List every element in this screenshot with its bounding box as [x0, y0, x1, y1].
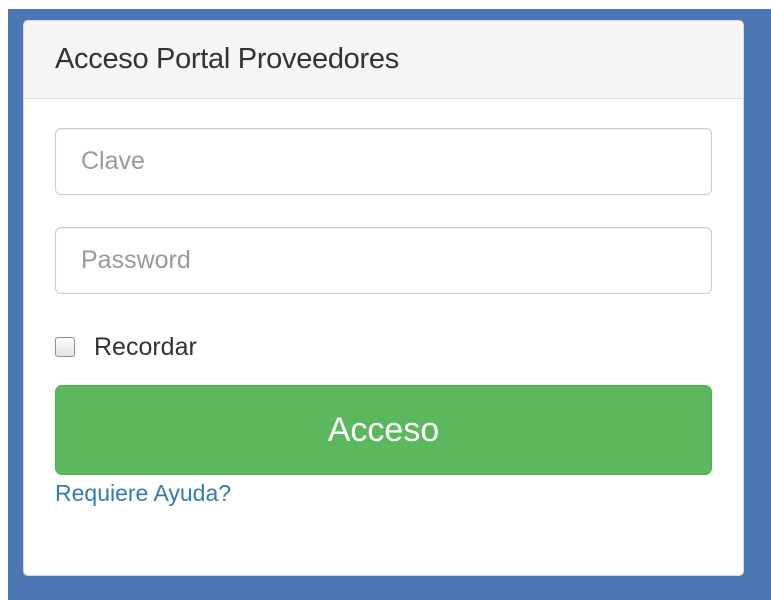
password-input[interactable] [56, 228, 711, 293]
help-link[interactable]: Requiere Ayuda? [55, 480, 231, 507]
remember-option[interactable]: Recordar [55, 328, 197, 366]
login-button[interactable]: Acceso [55, 385, 712, 475]
remember-label: Recordar [94, 332, 197, 361]
username-input[interactable] [56, 129, 711, 194]
page-title: Acceso Portal Proveedores [55, 43, 399, 75]
remember-checkbox[interactable] [55, 337, 75, 357]
password-field[interactable] [55, 227, 712, 294]
login-panel: Acceso Portal Proveedores Recordar Acces… [23, 20, 744, 576]
panel-heading: Acceso Portal Proveedores [24, 21, 743, 99]
username-field[interactable] [55, 128, 712, 195]
